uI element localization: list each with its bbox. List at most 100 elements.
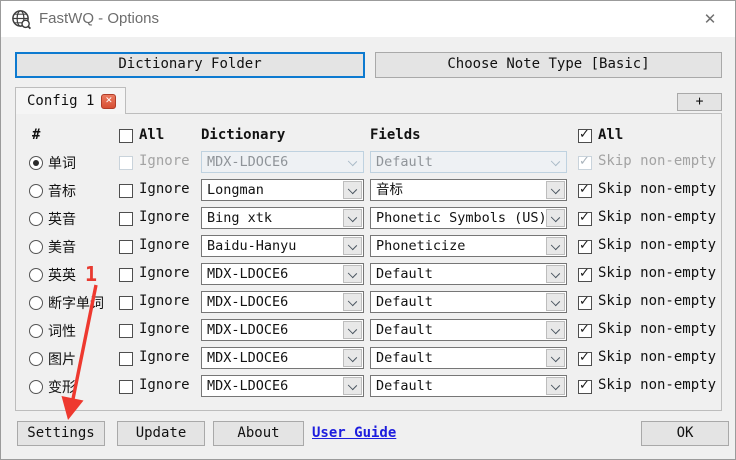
user-guide-link[interactable]: User Guide (312, 421, 396, 446)
chevron-down-icon[interactable] (546, 237, 565, 255)
tab-config-1[interactable]: Config 1 ✕ (15, 87, 127, 114)
chevron-down-icon[interactable] (343, 349, 362, 367)
skip-checkbox[interactable] (578, 378, 592, 394)
dictionary-folder-button[interactable]: Dictionary Folder (15, 52, 365, 78)
chevron-down-icon[interactable] (546, 293, 565, 311)
dictionary-select[interactable]: MDX-LDOCE6 (201, 151, 364, 173)
chevron-down-icon[interactable] (343, 377, 362, 395)
ignore-checkbox[interactable] (119, 352, 133, 366)
ignore-checkbox[interactable] (119, 156, 133, 170)
word-field-radio[interactable] (29, 380, 43, 394)
fields-select-value: Default (376, 378, 433, 394)
all-ignore-checkbox[interactable] (119, 129, 133, 143)
dictionary-select[interactable]: MDX-LDOCE6 (201, 375, 364, 397)
update-button[interactable]: Update (117, 421, 205, 446)
skip-label: Skip non-empty (598, 321, 717, 337)
word-field-radio[interactable] (29, 268, 43, 282)
word-field-radio[interactable] (29, 184, 43, 198)
chevron-down-icon[interactable] (546, 321, 565, 339)
row-label: 英英 (48, 268, 76, 284)
chevron-down-icon[interactable] (546, 265, 565, 283)
fields-select[interactable]: Default (370, 263, 567, 285)
fields-select[interactable]: 音标 (370, 179, 567, 201)
ignore-checkbox[interactable] (119, 240, 133, 254)
ignore-label: Ignore (139, 293, 190, 309)
about-button[interactable]: About (213, 421, 304, 446)
skip-checkbox[interactable] (578, 210, 592, 226)
skip-checkbox[interactable] (578, 322, 592, 338)
chevron-down-icon[interactable] (343, 153, 362, 171)
dictionary-select[interactable]: MDX-LDOCE6 (201, 291, 364, 313)
chevron-down-icon[interactable] (343, 181, 362, 199)
dictionary-select-value: MDX-LDOCE6 (207, 322, 289, 338)
skip-checkbox[interactable] (578, 266, 592, 282)
dictionary-select[interactable]: MDX-LDOCE6 (201, 263, 364, 285)
chevron-down-icon[interactable] (343, 321, 362, 339)
ignore-checkbox[interactable] (119, 380, 133, 394)
dictionary-select[interactable]: Bing xtk (201, 207, 364, 229)
chevron-down-icon[interactable] (343, 293, 362, 311)
fields-select[interactable]: Default (370, 347, 567, 369)
ignore-checkbox[interactable] (119, 296, 133, 310)
window-title: FastWQ - Options (39, 10, 160, 27)
ignore-label: Ignore (139, 265, 190, 281)
skip-label: Skip non-empty (598, 377, 717, 393)
skip-checkbox[interactable] (578, 154, 592, 170)
ignore-label: Ignore (139, 321, 190, 337)
ignore-label: Ignore (139, 181, 190, 197)
chevron-down-icon[interactable] (546, 181, 565, 199)
ignore-checkbox[interactable] (119, 212, 133, 226)
chevron-down-icon[interactable] (343, 209, 362, 227)
table-header: # All Dictionary Fields All (16, 127, 721, 147)
window-close-icon[interactable]: ✕ (695, 1, 725, 37)
chevron-down-icon[interactable] (546, 153, 565, 171)
config-row: 单词 Ignore MDX-LDOCE6 Default Skip non-em… (16, 149, 721, 177)
skip-checkbox[interactable] (578, 294, 592, 310)
config-row: 音标 Ignore Longman 音标 Skip non-empty (16, 177, 721, 205)
ignore-checkbox[interactable] (119, 184, 133, 198)
fields-select[interactable]: Default (370, 319, 567, 341)
ignore-label: Ignore (139, 349, 190, 365)
word-field-radio[interactable] (29, 156, 43, 170)
word-field-radio[interactable] (29, 212, 43, 226)
fields-select[interactable]: Default (370, 151, 567, 173)
fields-select-value: Default (376, 154, 433, 170)
ignore-checkbox[interactable] (119, 268, 133, 282)
word-field-radio[interactable] (29, 324, 43, 338)
tab-close-icon[interactable]: ✕ (101, 93, 117, 109)
fields-select-value: Default (376, 266, 433, 282)
add-config-tab-button[interactable]: + (677, 93, 722, 111)
word-field-radio[interactable] (29, 240, 43, 254)
word-field-radio[interactable] (29, 296, 43, 310)
all-skip-checkbox[interactable] (578, 127, 592, 143)
skip-checkbox[interactable] (578, 350, 592, 366)
choose-note-type-button[interactable]: Choose Note Type [Basic] (375, 52, 722, 78)
skip-checkbox[interactable] (578, 238, 592, 254)
chevron-down-icon[interactable] (343, 265, 362, 283)
dictionary-select-value: MDX-LDOCE6 (207, 378, 289, 394)
chevron-down-icon[interactable] (546, 377, 565, 395)
ignore-label: Ignore (139, 237, 190, 253)
dictionary-select[interactable]: Baidu-Hanyu (201, 235, 364, 257)
skip-checkbox[interactable] (578, 182, 592, 198)
fields-select[interactable]: Phonetic Symbols (US) (370, 207, 567, 229)
fields-select[interactable]: Default (370, 375, 567, 397)
chevron-down-icon[interactable] (343, 237, 362, 255)
chevron-down-icon[interactable] (546, 209, 565, 227)
skip-label: Skip non-empty (598, 209, 717, 225)
ok-button[interactable]: OK (641, 421, 729, 446)
config-row: 英英 Ignore MDX-LDOCE6 Default Skip non-em… (16, 261, 721, 289)
word-field-radio[interactable] (29, 352, 43, 366)
fields-select[interactable]: Phoneticize (370, 235, 567, 257)
settings-button[interactable]: Settings (17, 421, 105, 446)
chevron-down-icon[interactable] (546, 349, 565, 367)
dictionary-select[interactable]: Longman (201, 179, 364, 201)
ignore-label: Ignore (139, 153, 190, 169)
config-panel: # All Dictionary Fields All 单词 Ignore MD… (15, 113, 722, 411)
fields-select[interactable]: Default (370, 291, 567, 313)
dictionary-select[interactable]: MDX-LDOCE6 (201, 319, 364, 341)
column-header-fields: Fields (370, 127, 421, 143)
ignore-checkbox[interactable] (119, 324, 133, 338)
dictionary-select[interactable]: MDX-LDOCE6 (201, 347, 364, 369)
config-row: 图片 Ignore MDX-LDOCE6 Default Skip non-em… (16, 345, 721, 373)
